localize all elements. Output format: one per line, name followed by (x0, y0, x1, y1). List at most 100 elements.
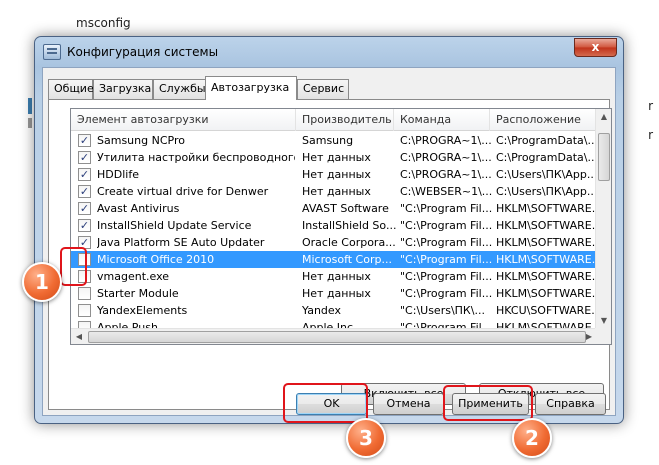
cell-command: "C:\Program Fil... (400, 236, 492, 249)
cell-maker: AVAST Software (302, 202, 389, 215)
tab-general[interactable]: Общие (48, 79, 94, 99)
startup-item-checkbox[interactable]: ✓ (78, 185, 91, 198)
cell-maker: Samsung (302, 134, 354, 147)
list-body: ✓ Samsung NCPro Samsung C:\PROGRA~1\... C:\P… (71, 132, 597, 329)
startup-item-checkbox[interactable]: ✓ (78, 151, 91, 164)
step-1-badge: 1 (22, 262, 62, 302)
cell-name: Starter Module (97, 287, 179, 300)
startup-item-row[interactable]: Microsoft Office 2010 Microsoft Corp... "C… (71, 251, 597, 268)
startup-item-row[interactable]: ✓ HDDlife Нет данных C:\PROGRA~1\... C:\User… (71, 166, 597, 183)
list-header: Элемент автозагрузки Производитель Коман… (71, 109, 597, 131)
window-title: Конфигурация системы (67, 45, 219, 59)
cell-command: C:\PROGRA~1\... (400, 168, 492, 181)
horizontal-scroll-thumb[interactable] (88, 331, 586, 343)
startup-items-list[interactable]: Элемент автозагрузки Производитель Коман… (70, 108, 612, 345)
startup-item-row[interactable]: ✓ Samsung NCPro Samsung C:\PROGRA~1\... C:\P… (71, 132, 597, 149)
cell-name: Java Platform SE Auto Updater (97, 236, 265, 249)
step-3-badge: 3 (346, 418, 386, 458)
cell-command: "C:\Program Fil... (400, 270, 492, 283)
scrollbar-corner (595, 328, 611, 344)
close-button[interactable]: x (574, 38, 617, 57)
background-text-fragment-2: r (648, 128, 653, 142)
system-configuration-window: Конфигурация системы x Общие Загрузка Сл… (34, 36, 624, 424)
startup-item-row[interactable]: ✓ Java Platform SE Auto Updater Oracle Cor… (71, 234, 597, 251)
cell-command: "C:\Program Fil... (400, 202, 492, 215)
startup-item-row[interactable]: vmagent.exe Нет данных "C:\Program Fil... H… (71, 268, 597, 285)
scroll-left-icon[interactable]: ◀ (71, 329, 87, 344)
tab-startup[interactable]: Автозагрузка (205, 76, 297, 100)
cell-name: vmagent.exe (97, 270, 170, 283)
tab-services[interactable]: Службы (153, 79, 206, 99)
cell-location: HKLM\SOFTWARE... (496, 219, 596, 232)
background-taskbar-fragment-2 (28, 118, 32, 128)
startup-tab-panel: Элемент автозагрузки Производитель Коман… (48, 99, 612, 410)
startup-item-checkbox[interactable]: ✓ (78, 134, 91, 147)
background-taskbar-fragment (28, 98, 32, 114)
cell-maker: Нет данных (302, 287, 371, 300)
cell-name: Microsoft Office 2010 (97, 253, 215, 266)
cell-name: Create virtual drive for Denwer (97, 185, 269, 198)
background-window-text: msconfig (76, 16, 131, 30)
startup-item-row[interactable]: ✓ InstallShield Update Service InstallShie… (71, 217, 597, 234)
startup-item-row[interactable]: ✓ Утилита настройки беспроводного с... Нет… (71, 149, 597, 166)
cell-location: C:\Users\ПК\App... (496, 185, 596, 198)
msconfig-app-icon (43, 44, 61, 60)
cell-command: C:\PROGRA~1\... (400, 134, 492, 147)
background-text-fragment: r (648, 99, 653, 113)
cell-name: YandexElements (97, 304, 188, 317)
cell-name: InstallShield Update Service (97, 219, 252, 232)
horizontal-scrollbar[interactable]: ◀ ▶ (71, 328, 597, 344)
scroll-up-icon[interactable]: ▲ (596, 109, 611, 125)
startup-item-row[interactable]: ✓ Create virtual drive for Denwer Нет данн… (71, 183, 597, 200)
cell-maker: Yandex (302, 304, 341, 317)
vertical-scroll-thumb[interactable] (598, 133, 610, 181)
startup-item-checkbox[interactable]: ✓ (78, 202, 91, 215)
startup-item-checkbox[interactable]: ✓ (78, 219, 91, 232)
cell-name: Утилита настройки беспроводного с... (97, 151, 295, 164)
cancel-button[interactable]: Отмена (373, 393, 444, 415)
cell-location: C:\Users\ПК\App... (496, 168, 596, 181)
column-header-item[interactable]: Элемент автозагрузки (71, 109, 296, 131)
cell-location: HKLM\SOFTWARE... (496, 236, 596, 249)
startup-item-checkbox[interactable]: ✓ (78, 168, 91, 181)
cell-location: HKLM\SOFTWARE... (496, 287, 596, 300)
cell-name: Samsung NCPro (97, 134, 185, 147)
cell-maker: Oracle Corpora... (302, 236, 396, 249)
step-2-badge: 2 (512, 418, 552, 458)
cell-location: HKLM\SOFTWARE... (496, 270, 596, 283)
column-header-location[interactable]: Расположение (490, 109, 597, 131)
cell-location: HKCU\SOFTWARE... (496, 304, 596, 317)
column-header-command[interactable]: Команда (394, 109, 490, 131)
cell-command: C:\WEBSER~1\... (400, 185, 492, 198)
title-bar[interactable]: Конфигурация системы x (35, 37, 623, 67)
cell-location: HKLM\SOFTWARE... (496, 253, 596, 266)
tab-tools[interactable]: Сервис (297, 79, 349, 99)
startup-item-row[interactable]: Starter Module Нет данных "C:\Program Fil.… (71, 285, 597, 302)
cell-name: HDDlife (97, 168, 139, 181)
startup-item-checkbox[interactable] (78, 304, 91, 317)
help-button[interactable]: Справка (535, 393, 606, 415)
cell-maker: InstallShield So... (302, 219, 396, 232)
dialog-client-area: Общие Загрузка Службы Автозагрузка Серви… (42, 67, 616, 416)
highlight-checkboxes (60, 247, 87, 286)
vertical-scrollbar[interactable]: ▲ ▼ (595, 109, 611, 329)
cell-location: C:\ProgramData\... (496, 151, 596, 164)
startup-item-row[interactable]: ✓ Avast Antivirus AVAST Software "C:\Progra… (71, 200, 597, 217)
cell-location: HKLM\SOFTWARE... (496, 202, 596, 215)
highlight-ok-button (283, 383, 368, 423)
highlight-apply-button (443, 385, 533, 421)
startup-item-checkbox[interactable] (78, 287, 91, 300)
cell-command: "C:\Program Fil... (400, 287, 492, 300)
cell-maker: Нет данных (302, 151, 371, 164)
cell-location: C:\ProgramData\... (496, 134, 596, 147)
column-header-manufacturer[interactable]: Производитель (296, 109, 394, 131)
cell-maker: Microsoft Corp... (302, 253, 392, 266)
cell-command: "C:\Users\ПК\... (400, 304, 485, 317)
cell-name: Avast Antivirus (97, 202, 180, 215)
tab-boot[interactable]: Загрузка (93, 79, 153, 99)
cell-command: C:\PROGRA~1\... (400, 151, 492, 164)
startup-item-row[interactable]: YandexElements Yandex "C:\Users\ПК\... HKCU… (71, 302, 597, 319)
cell-maker: Нет данных (302, 270, 371, 283)
scroll-down-icon[interactable]: ▼ (596, 313, 611, 329)
cell-command: "C:\Program Fil... (400, 253, 492, 266)
